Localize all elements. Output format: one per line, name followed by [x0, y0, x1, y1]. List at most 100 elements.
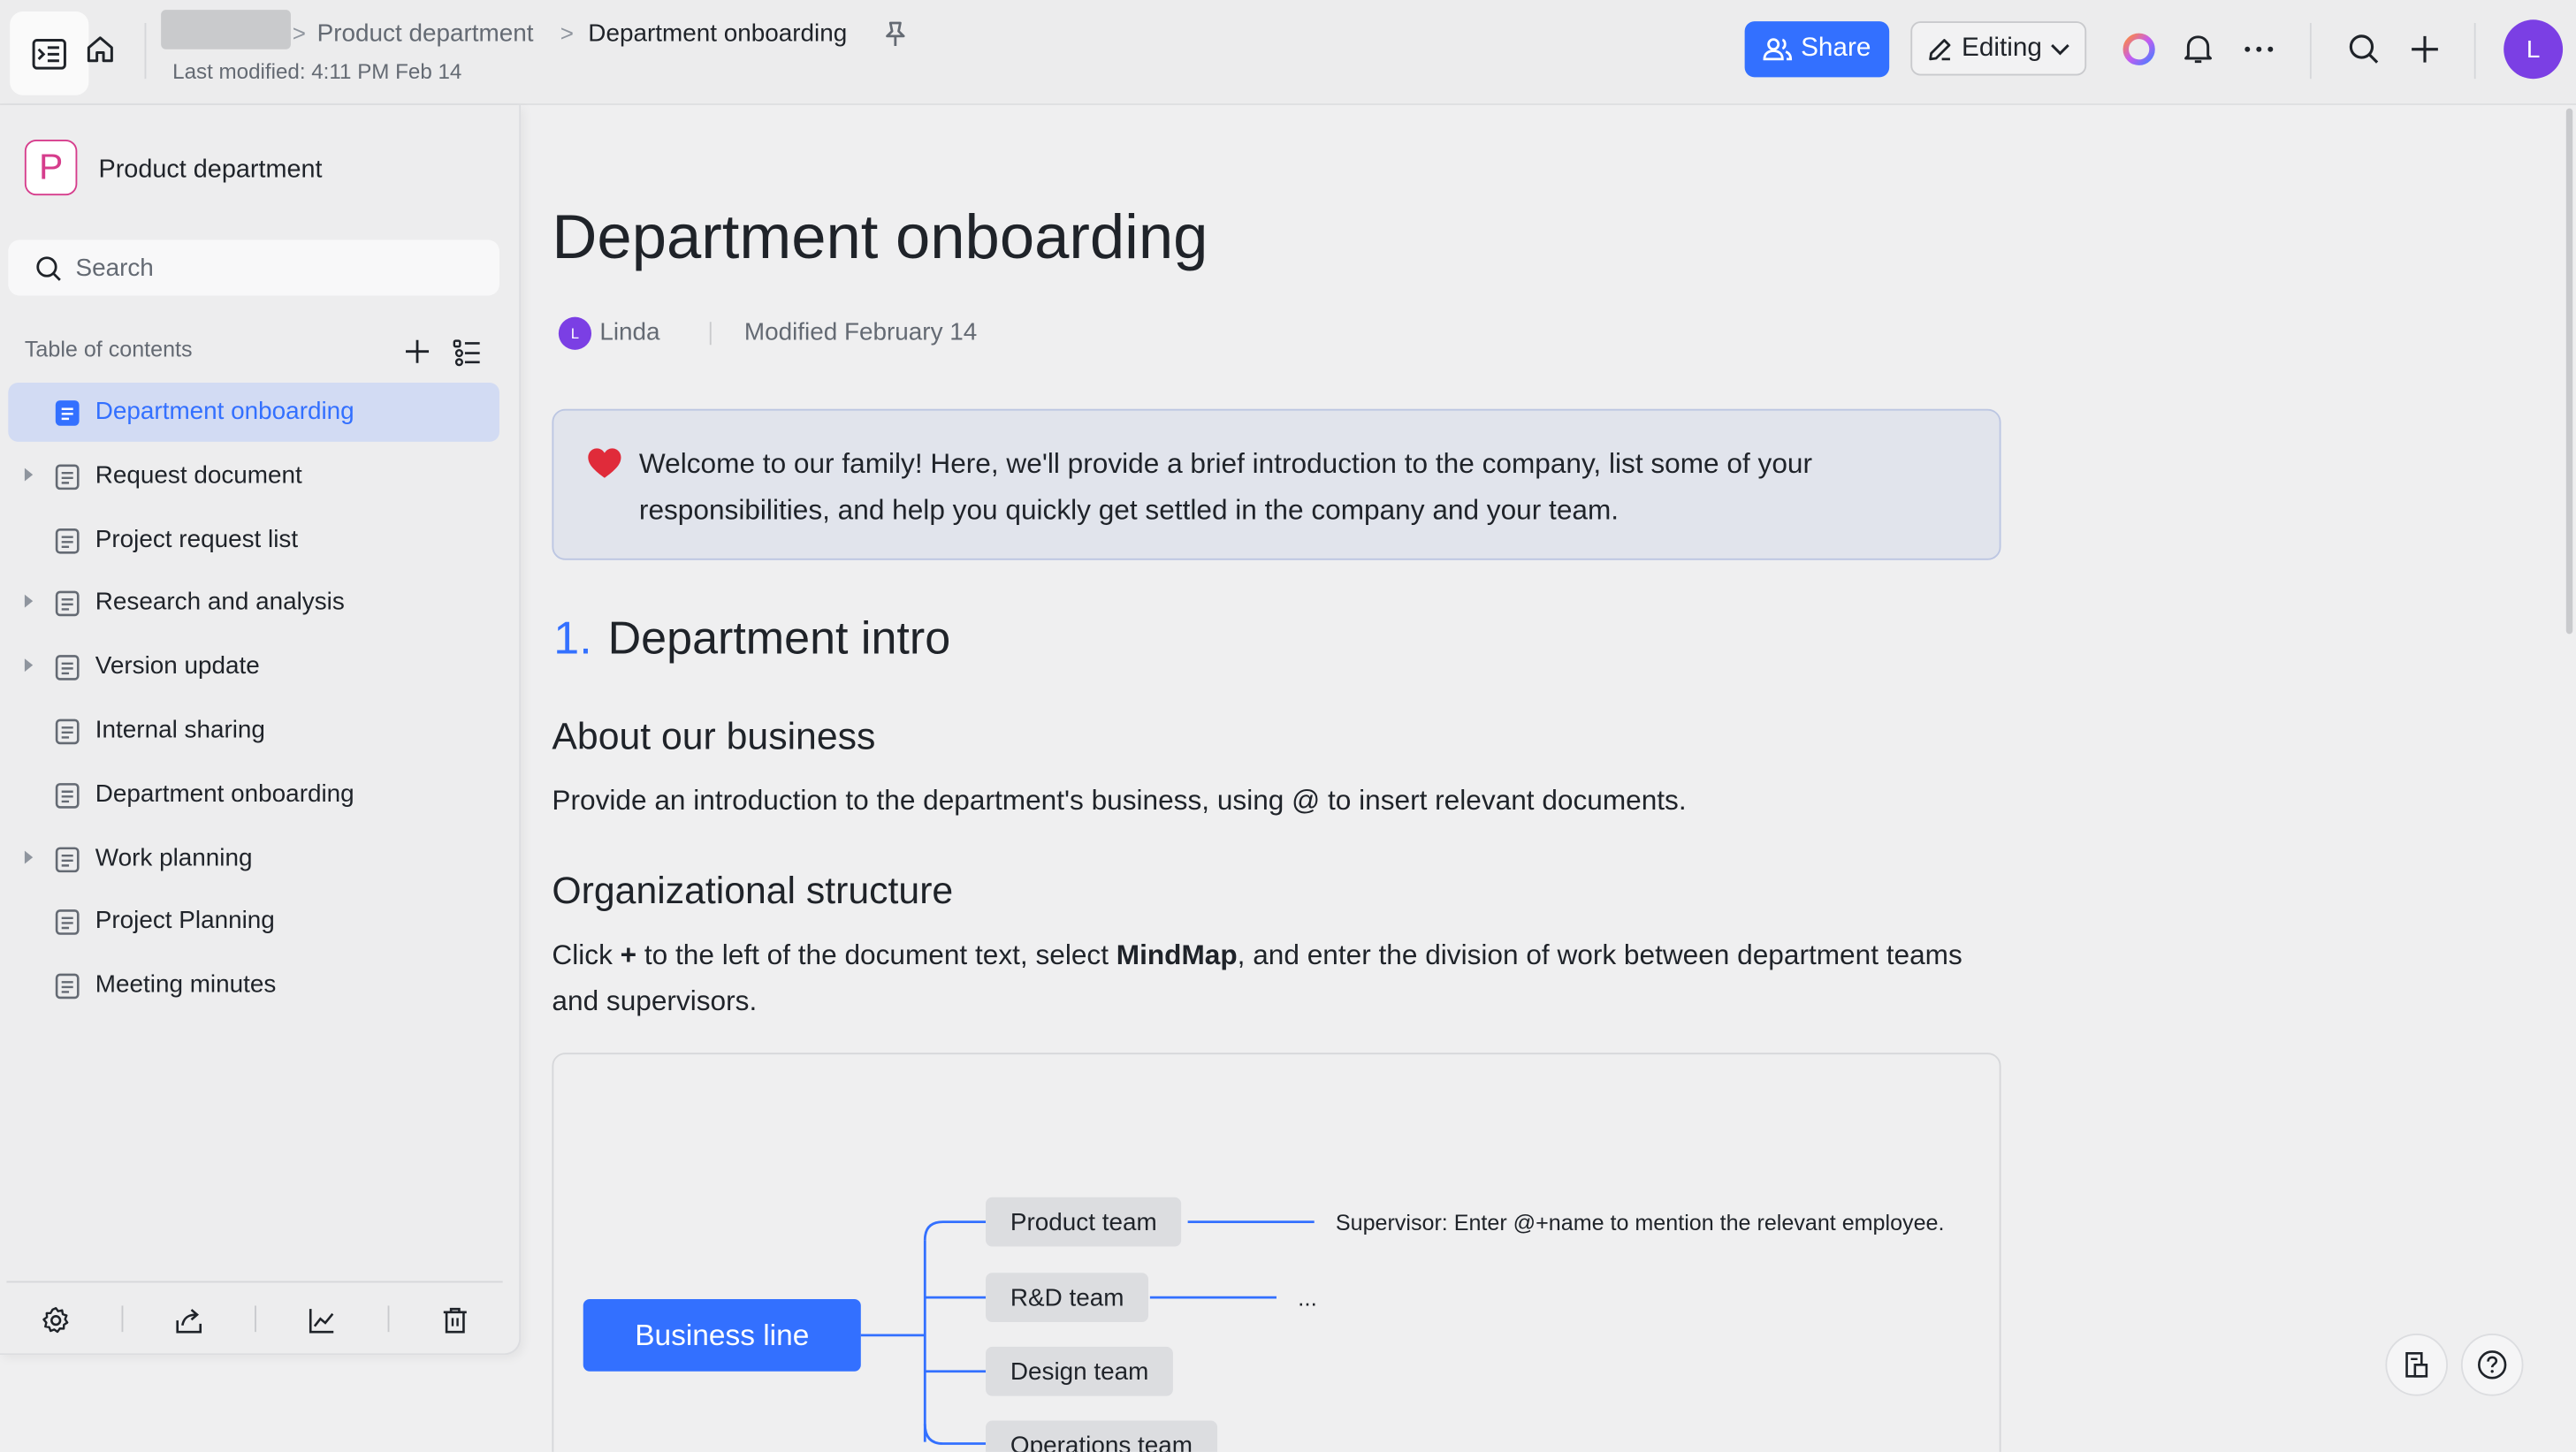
pin-icon[interactable]: [882, 19, 909, 49]
callout-text: Welcome to our family! Here, we'll provi…: [638, 448, 1812, 526]
document-icon: [54, 590, 80, 619]
top-bar: > Product department > Department onboar…: [0, 0, 2576, 105]
help-button[interactable]: [2460, 1334, 2524, 1396]
toc-item[interactable]: Research and analysis: [8, 574, 499, 633]
divider: [144, 23, 147, 80]
expand-arrow-icon[interactable]: [24, 468, 34, 482]
mindmap-node[interactable]: Product team: [986, 1197, 1182, 1247]
search-icon[interactable]: [2346, 31, 2382, 67]
heading-2[interactable]: About our business: [552, 714, 875, 758]
toc-item-label: Meeting minutes: [95, 970, 277, 1000]
divider: [6, 1281, 503, 1283]
toc-item-label: Research and analysis: [95, 589, 345, 617]
author-name[interactable]: Linda: [599, 319, 659, 347]
toc-heading: Table of contents: [24, 336, 193, 361]
breadcrumb-parent[interactable]: Product department: [317, 19, 534, 48]
pencil-icon: [1929, 38, 1951, 60]
callout-block[interactable]: Welcome to our family! Here, we'll provi…: [552, 408, 2001, 560]
modified-date: Modified February 14: [743, 318, 978, 347]
paragraph[interactable]: Provide an introduction to the departmen…: [552, 785, 1686, 817]
mindmap-leaf-note[interactable]: ...: [1298, 1284, 1317, 1311]
sidebar: P Product department Search Table of con…: [0, 104, 522, 1356]
add-page-icon[interactable]: [402, 337, 431, 366]
breadcrumb-redacted[interactable]: [161, 10, 291, 49]
share-label: Share: [1801, 34, 1871, 63]
bold-text: MindMap: [1116, 939, 1238, 971]
analytics-icon[interactable]: [308, 1305, 337, 1334]
scrollbar[interactable]: [2565, 108, 2573, 635]
mindmap-node[interactable]: Design team: [986, 1346, 1174, 1396]
document-icon: [54, 718, 80, 746]
toc-item-label: Request document: [95, 460, 302, 490]
mindmap-node[interactable]: R&D team: [986, 1273, 1149, 1323]
search-icon: [34, 255, 63, 283]
document-icon: [54, 654, 80, 682]
expand-arrow-icon[interactable]: [24, 658, 34, 673]
heart-icon: [586, 446, 622, 479]
toc-item[interactable]: Department onboarding: [8, 765, 499, 825]
document-icon: [54, 908, 80, 937]
toc-item-label: Department onboarding: [95, 397, 354, 426]
toc-item[interactable]: Department onboarding: [8, 383, 499, 442]
search-placeholder: Search: [75, 255, 154, 283]
heading-1[interactable]: Department intro: [608, 612, 951, 665]
toc-item[interactable]: Version update: [8, 637, 499, 696]
toc-item[interactable]: Request document: [8, 446, 499, 506]
settings-icon[interactable]: [41, 1305, 70, 1334]
heading-2[interactable]: Organizational structure: [552, 869, 953, 913]
toc-item-label: Department onboarding: [95, 779, 354, 808]
editing-mode-dropdown[interactable]: Editing: [1910, 21, 2087, 76]
expand-arrow-icon[interactable]: [24, 849, 34, 863]
expand-arrow-icon[interactable]: [24, 595, 34, 609]
breadcrumb-current[interactable]: Department onboarding: [588, 19, 847, 48]
text: to the left of the document text, select: [636, 939, 1117, 971]
ai-assistant-icon[interactable]: [2121, 31, 2157, 67]
document-icon: [54, 527, 80, 555]
more-options-icon[interactable]: [2241, 31, 2277, 67]
document-icon: [2405, 1352, 2428, 1378]
help-icon: [2478, 1350, 2507, 1380]
divider: [2473, 23, 2476, 80]
toggle-sidebar-button[interactable]: [10, 11, 89, 95]
outline-list-icon[interactable]: [452, 337, 481, 367]
mindmap-node[interactable]: Operations team: [986, 1420, 1217, 1452]
toc-item[interactable]: Project request list: [8, 510, 499, 569]
toc-item[interactable]: Internal sharing: [8, 702, 499, 761]
space-name[interactable]: Product department: [99, 156, 323, 186]
divider: [255, 1305, 256, 1333]
document-icon: [54, 845, 80, 873]
toc-item-label: Version update: [95, 652, 260, 680]
document-icon: [54, 463, 80, 491]
paragraph[interactable]: Click + to the left of the document text…: [552, 933, 1981, 1025]
last-modified-text: Last modified: 4:11 PM Feb 14: [172, 58, 462, 84]
breadcrumb-separator: >: [292, 19, 307, 47]
toc-item-label: Work planning: [95, 843, 253, 872]
document-icon: [54, 781, 80, 810]
toc-item-label: Project Planning: [95, 907, 275, 936]
share-button[interactable]: Share: [1744, 21, 1890, 78]
sidebar-toggle-icon: [32, 38, 66, 69]
breadcrumb-separator: >: [560, 19, 574, 47]
mindmap-root-node[interactable]: Business line: [583, 1298, 861, 1372]
plus-icon[interactable]: [2407, 31, 2443, 67]
trash-icon[interactable]: [440, 1305, 469, 1334]
home-button[interactable]: [82, 29, 118, 69]
mindmap-connectors: [860, 1220, 1315, 1445]
mindmap-leaf-note[interactable]: Supervisor: Enter @+name to mention the …: [1336, 1211, 1945, 1235]
toc-item[interactable]: Meeting minutes: [8, 956, 499, 1015]
toc-item-label: Project request list: [95, 524, 299, 553]
editing-label: Editing: [1961, 34, 2042, 62]
user-avatar[interactable]: L: [2504, 19, 2564, 80]
search-input[interactable]: Search: [8, 239, 499, 296]
share-export-icon[interactable]: [174, 1305, 203, 1334]
text: Click: [552, 939, 621, 971]
toc-item[interactable]: Work planning: [8, 829, 499, 888]
space-logo: P: [24, 139, 78, 196]
toc-item[interactable]: Project Planning: [8, 893, 499, 952]
page-title[interactable]: Department onboarding: [552, 203, 1208, 274]
document-info-button[interactable]: [2385, 1334, 2449, 1396]
document-icon: [54, 399, 80, 428]
notifications-bell-icon[interactable]: [2182, 31, 2214, 67]
author-avatar[interactable]: L: [558, 316, 592, 350]
mindmap-block[interactable]: Business line Product team R&D team Desi…: [552, 1053, 2001, 1452]
